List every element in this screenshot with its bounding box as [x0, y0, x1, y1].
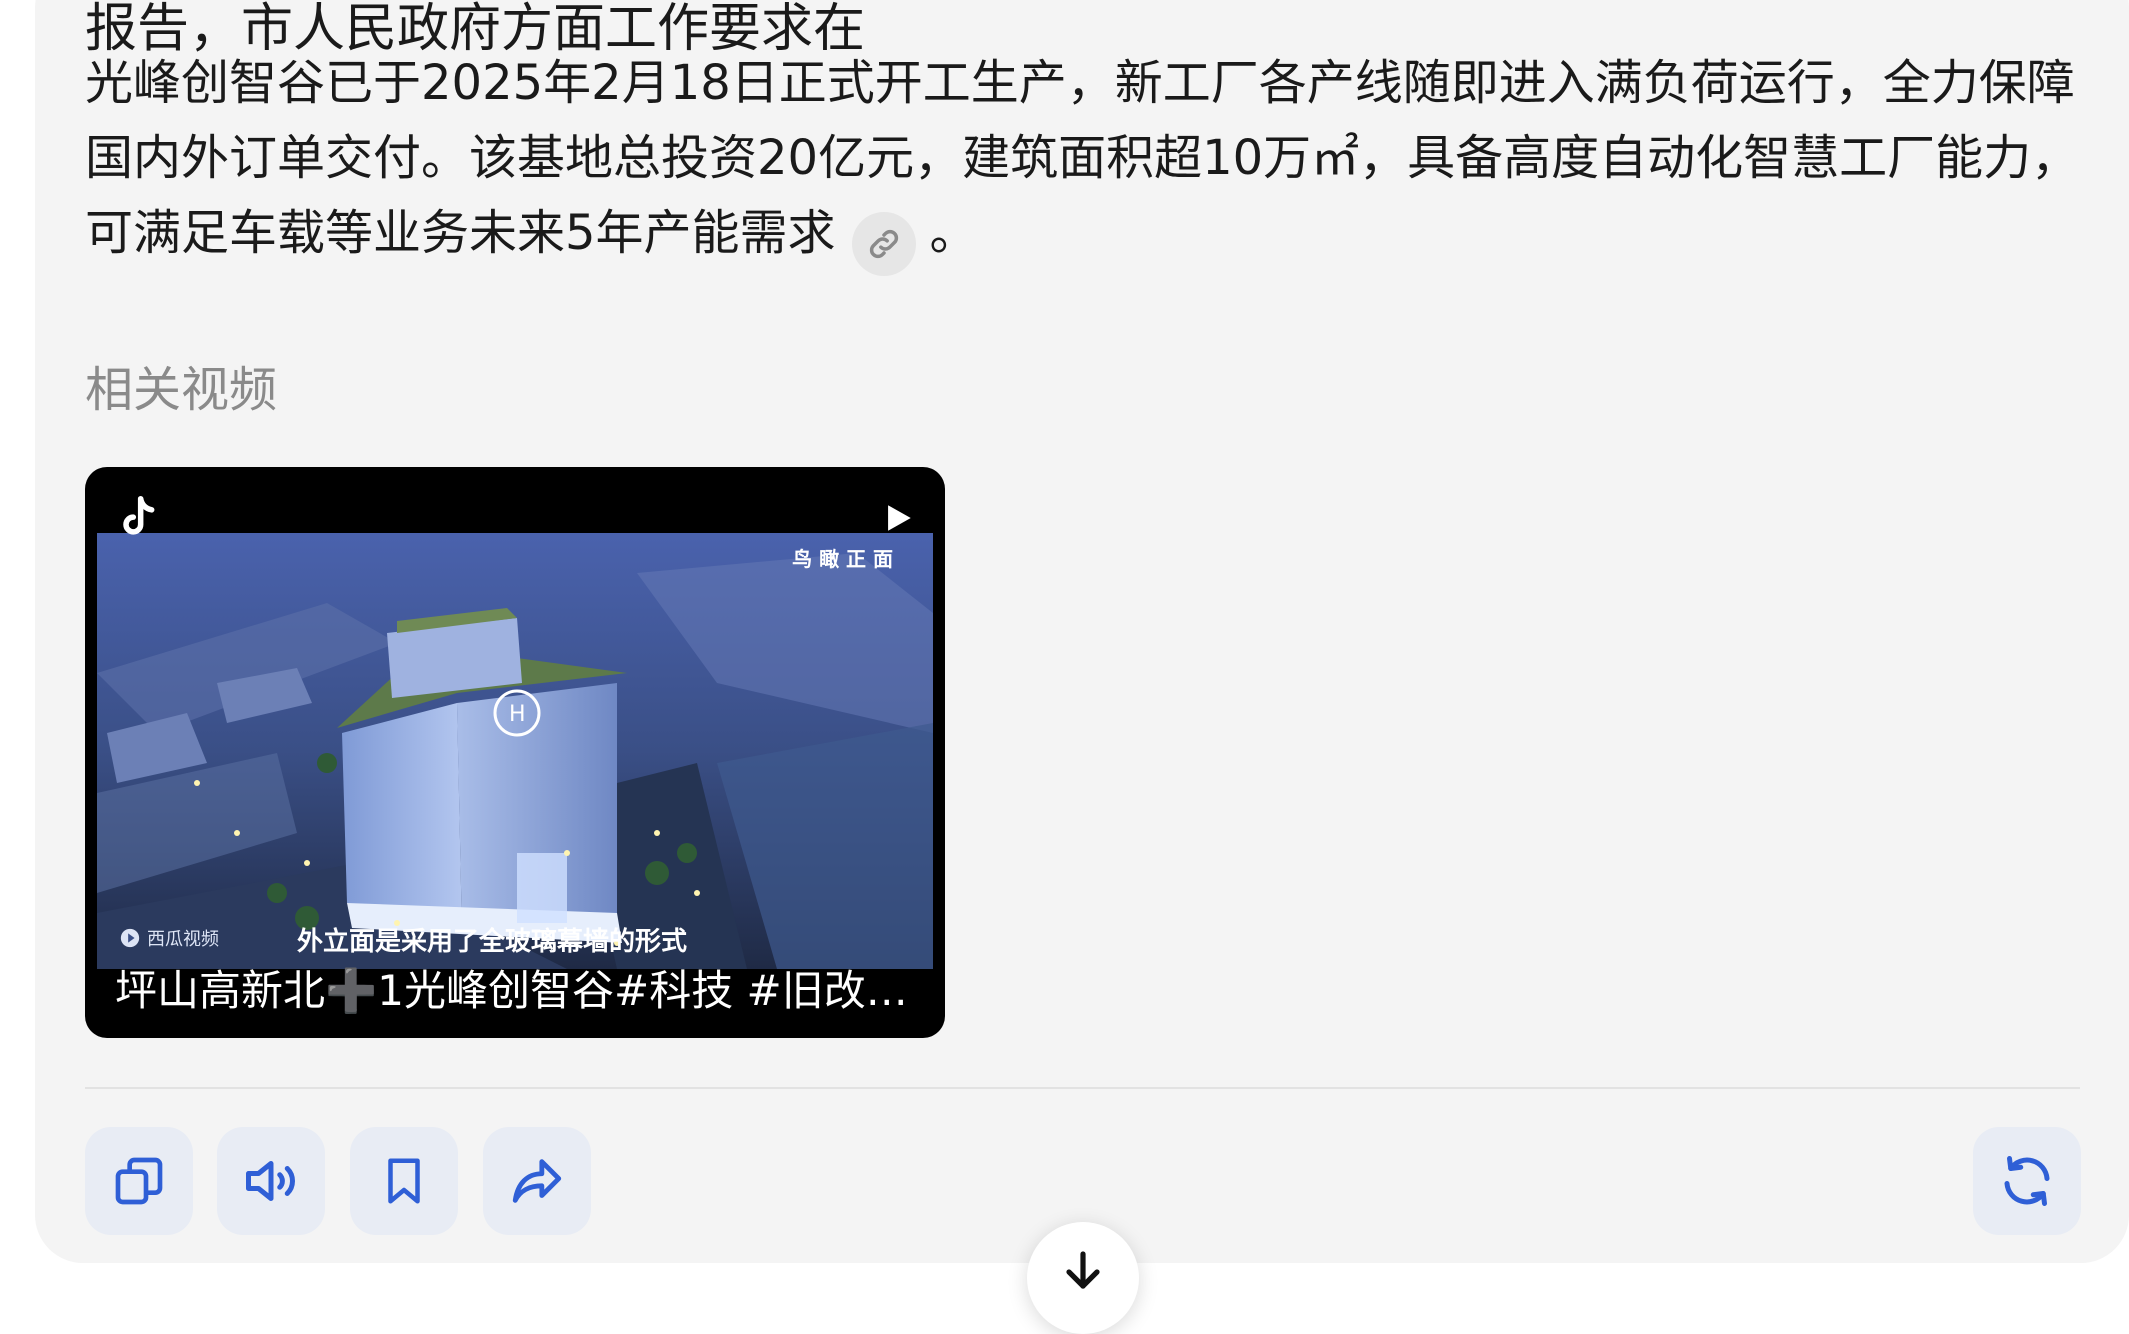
answer-paragraph: 光峰创智谷已于2025年2月18日正式开工生产，新工厂各产线随即进入满负荷运行，… [85, 46, 2080, 276]
read-aloud-button[interactable] [217, 1127, 325, 1235]
related-videos-title: 相关视频 [85, 362, 278, 418]
play-icon[interactable] [881, 501, 915, 535]
watermark-text: 西瓜视频 [147, 929, 219, 950]
aerial-building-image: H [97, 533, 933, 969]
bookmark-button[interactable] [350, 1127, 458, 1235]
link-icon [869, 229, 898, 259]
refresh-icon [2004, 1156, 2050, 1206]
video-title: 坪山高新北➕1光峰创智谷#科技 #旧改 #… [115, 966, 915, 1015]
copy-button[interactable] [85, 1127, 193, 1235]
video-watermark: 西瓜视频 [119, 925, 219, 951]
answer-end-punctuation: 。 [929, 205, 978, 261]
tiktok-icon [123, 496, 155, 535]
xigua-logo-icon [120, 928, 140, 948]
video-card[interactable]: H 鸟 瞰 正 面 外立面是采用了全玻璃幕墙的形式 西瓜视频 坪山高新北➕1光峰… [85, 467, 945, 1038]
arrow-down-icon [1066, 1251, 1100, 1289]
video-thumbnail: H 鸟 瞰 正 面 外立面是采用了全玻璃幕墙的形式 西瓜视频 [97, 533, 933, 969]
answer-text: 光峰创智谷已于2025年2月18日正式开工生产，新工厂各产线随即进入满负荷运行，… [85, 55, 2080, 261]
divider [85, 1087, 2080, 1089]
regenerate-button[interactable] [1973, 1127, 2081, 1235]
svg-text:H: H [509, 702, 526, 727]
video-overlay-label: 鸟 瞰 正 面 [792, 547, 893, 571]
speaker-icon [246, 1161, 295, 1201]
scroll-to-bottom-button[interactable] [1027, 1222, 1139, 1334]
bookmark-icon [388, 1158, 420, 1204]
video-subtitle: 外立面是采用了全玻璃幕墙的形式 [297, 927, 688, 957]
share-icon [512, 1159, 562, 1203]
copy-icon [115, 1157, 163, 1205]
citation-link-button[interactable] [851, 212, 916, 276]
share-button[interactable] [483, 1127, 591, 1235]
